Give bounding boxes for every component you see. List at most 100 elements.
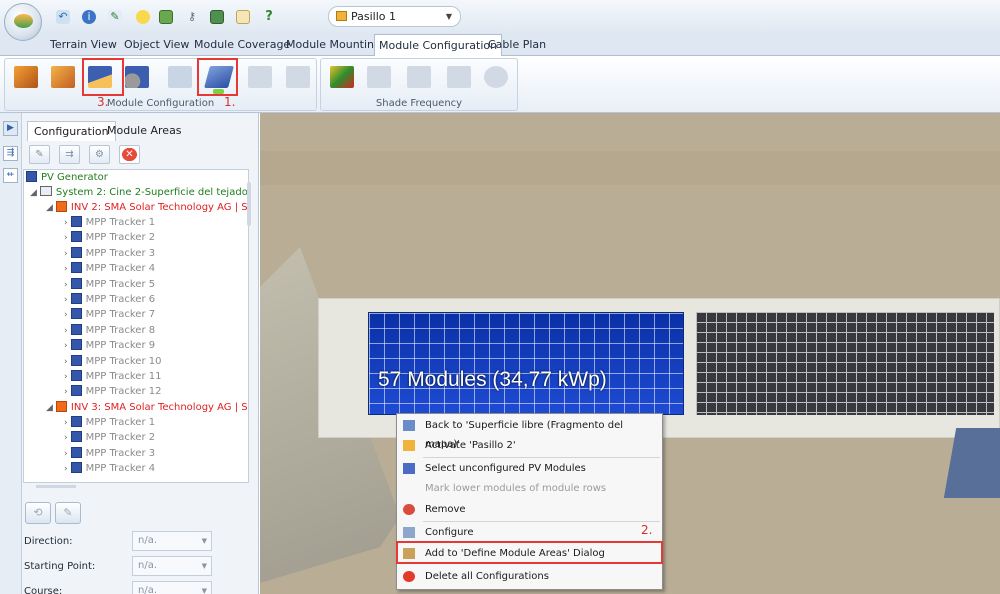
tree-mpp-tracker[interactable]: › MPP Tracker 5 <box>64 277 155 292</box>
tree-mpp-tracker[interactable]: › MPP Tracker 7 <box>64 307 155 322</box>
roof-modules-button[interactable] <box>48 63 78 95</box>
house-roof-button[interactable] <box>11 63 41 95</box>
menu-item-activate[interactable]: Activate 'Pasillo 2' <box>398 436 661 455</box>
key-icon[interactable]: ⚷ <box>185 10 199 24</box>
expand-icon[interactable]: › <box>64 295 68 305</box>
tree-mpp-tracker[interactable]: › MPP Tracker 2 <box>64 230 155 245</box>
undo-icon[interactable]: ↶ <box>56 10 70 24</box>
tree-mpp-tracker[interactable]: › MPP Tracker 3 <box>64 446 155 461</box>
tree-mpp-tracker-label: MPP Tracker 4 <box>85 463 156 475</box>
tree-mpp-tracker[interactable]: › MPP Tracker 6 <box>64 292 155 307</box>
pin-button[interactable]: ✎ <box>55 502 81 524</box>
menu-item-select-unconfigured[interactable]: Select unconfigured PV Modules <box>398 459 661 478</box>
export-icon[interactable] <box>210 10 224 24</box>
pick-direction-button[interactable]: ⟲ <box>25 502 51 524</box>
expand-icon[interactable]: › <box>64 464 68 474</box>
mpp-tracker-icon <box>70 262 82 274</box>
tab-cable-plan[interactable]: Cable Plan <box>488 34 546 56</box>
tab-module-areas[interactable]: Module Areas <box>101 121 188 141</box>
expand-icon[interactable]: › <box>64 433 68 443</box>
folder-icon <box>336 11 347 21</box>
tab-module-configuration[interactable]: Module Configuration <box>374 34 503 57</box>
expand-icon[interactable]: › <box>64 387 68 397</box>
course-select[interactable]: n/a. ▼ <box>132 581 212 594</box>
tree-mpp-tracker[interactable]: › MPP Tracker 4 <box>64 461 155 476</box>
tree-mpp-tracker-label: MPP Tracker 4 <box>85 263 156 275</box>
expand-icon[interactable]: › <box>64 233 68 243</box>
tools-icon[interactable]: ✎ <box>108 10 122 24</box>
expand-icon[interactable]: › <box>64 372 68 382</box>
tree-inverter[interactable]: ◢ INV 3: SMA Solar Technology AG | Sunny <box>46 400 248 415</box>
collapse-icon[interactable]: ◢ <box>46 403 53 413</box>
tree-expand-icon[interactable]: ⇶ <box>3 146 18 161</box>
project-selector[interactable]: Pasillo 1 ▼ <box>328 6 461 27</box>
settings-icon[interactable]: ⚙ <box>89 145 110 164</box>
shade-tool-2-button[interactable] <box>404 63 434 95</box>
tree-mpp-tracker[interactable]: › MPP Tracker 9 <box>64 338 155 353</box>
tree-mpp-tracker[interactable]: › MPP Tracker 10 <box>64 354 161 369</box>
unconfigured-module-area[interactable] <box>696 312 994 415</box>
starting-point-select[interactable]: n/a. ▼ <box>132 556 212 576</box>
expand-icon[interactable]: › <box>64 341 68 351</box>
disabled-tool-1-button[interactable] <box>245 63 275 95</box>
tree-scrollbar[interactable] <box>247 182 251 226</box>
tab-module-coverage[interactable]: Module Coverage <box>194 34 290 56</box>
assign-icon[interactable]: ✎ <box>29 145 50 164</box>
tree-mpp-tracker[interactable]: › MPP Tracker 3 <box>64 246 155 261</box>
calculator-icon[interactable] <box>159 10 173 24</box>
module-count-label: 57 Modules (34,77 kWp) <box>378 368 607 391</box>
email-icon[interactable] <box>236 10 250 24</box>
expand-icon[interactable]: › <box>64 357 68 367</box>
expand-icon[interactable]: › <box>64 449 68 459</box>
configured-module-area[interactable]: 57 Modules (34,77 kWp) <box>368 312 684 415</box>
application-menu-button[interactable] <box>4 3 42 41</box>
menu-item-delete-all[interactable]: Delete all Configurations <box>398 567 661 586</box>
tree-mpp-tracker[interactable]: › MPP Tracker 11 <box>64 369 161 384</box>
expand-icon[interactable]: › <box>64 310 68 320</box>
tab-object-view[interactable]: Object View <box>124 34 189 56</box>
back-icon <box>403 420 415 431</box>
expand-icon[interactable]: › <box>64 249 68 259</box>
tree-horizontal-scrollbar[interactable] <box>36 485 76 488</box>
direction-select[interactable]: n/a. ▼ <box>132 531 212 551</box>
tree-mpp-tracker[interactable]: › MPP Tracker 12 <box>64 384 161 399</box>
starting-point-value: n/a. <box>138 560 158 571</box>
expand-icon[interactable]: › <box>64 264 68 274</box>
menu-item-remove[interactable]: Remove <box>398 500 661 519</box>
map-road <box>260 151 1000 185</box>
disabled-tool-2-button[interactable] <box>283 63 313 95</box>
delete-icon[interactable]: ✕ <box>119 145 140 164</box>
lightbulb-icon[interactable] <box>136 10 150 24</box>
tree-root[interactable]: PV Generator <box>26 170 108 185</box>
shade-map-button[interactable] <box>327 63 357 95</box>
shade-tool-4-button[interactable] <box>481 63 511 95</box>
menu-item-back[interactable]: Back to 'Superficie libre (Fragmento del… <box>398 416 661 450</box>
expand-icon[interactable]: › <box>64 326 68 336</box>
tab-terrain-view[interactable]: Terrain View <box>50 34 117 56</box>
menu-item-configure[interactable]: Configure <box>398 523 661 542</box>
shade-tool-3-button[interactable] <box>444 63 474 95</box>
tree-system[interactable]: ◢ System 2: Cine 2-Superficie del tejado … <box>30 185 248 200</box>
tree-mpp-tracker[interactable]: › MPP Tracker 1 <box>64 215 155 230</box>
expand-icon[interactable]: › <box>64 218 68 228</box>
tree-mpp-tracker[interactable]: › MPP Tracker 1 <box>64 415 155 430</box>
expand-icon[interactable]: › <box>64 418 68 428</box>
tree-mpp-tracker[interactable]: › MPP Tracker 2 <box>64 430 155 445</box>
tree-inverter[interactable]: ◢ INV 2: SMA Solar Technology AG | Sunny <box>46 200 248 215</box>
expand-panel-icon[interactable]: ▶ <box>3 121 18 136</box>
help-icon[interactable]: ? <box>262 10 276 24</box>
tab-module-mounting[interactable]: Module Mounting <box>286 34 381 56</box>
connect-icon[interactable]: ⇉ <box>59 145 80 164</box>
info-icon[interactable]: i <box>82 10 96 24</box>
tree-mpp-tracker[interactable]: › MPP Tracker 8 <box>64 323 155 338</box>
grid-module-button[interactable] <box>165 63 195 95</box>
collapse-icon[interactable]: ◢ <box>46 203 53 213</box>
mpp-tracker-icon <box>70 231 82 243</box>
expand-icon[interactable]: › <box>64 280 68 290</box>
collapse-icon[interactable]: ◢ <box>30 188 37 198</box>
auto-configure-button[interactable] <box>122 63 152 95</box>
tree-mpp-tracker[interactable]: › MPP Tracker 4 <box>64 261 155 276</box>
shade-tool-1-button[interactable] <box>364 63 394 95</box>
menu-item-mark-lower[interactable]: Mark lower modules of module rows <box>398 479 661 498</box>
tree-collapse-icon[interactable]: ⇷ <box>3 168 18 183</box>
